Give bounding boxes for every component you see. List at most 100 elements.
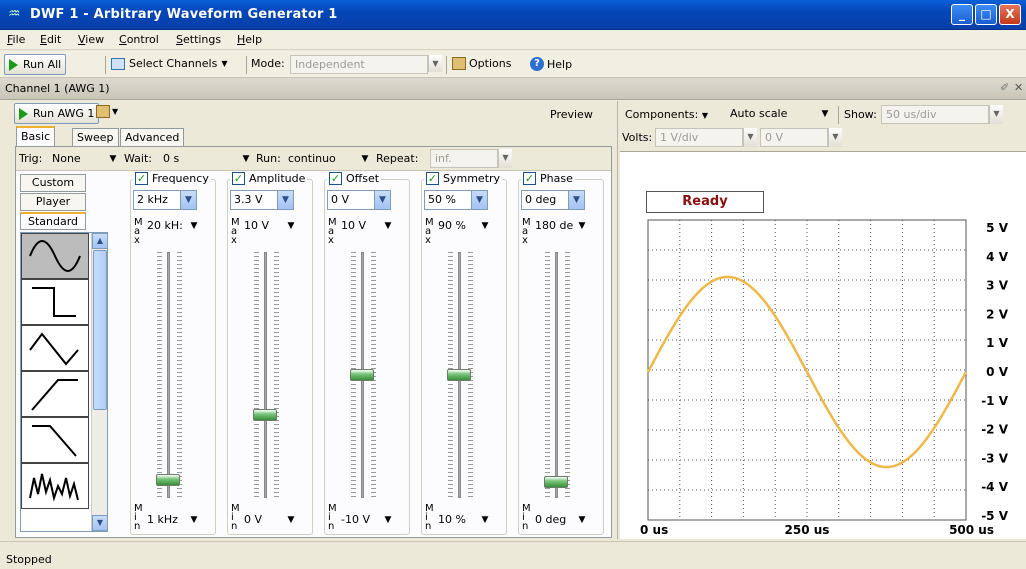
param-value-select[interactable]: 0 deg ▼ [521,190,585,210]
slider-thumb[interactable] [544,476,568,488]
param-max-value: 10 V [244,219,270,232]
waveform-list-scrollbar[interactable]: ▲ ▼ [91,233,107,531]
tab-basic[interactable]: Basic [16,126,56,146]
y-tick-label: -2 V [981,423,1009,437]
param-value-select[interactable]: 3.3 V ▼ [230,190,294,210]
tab-advanced[interactable]: Advanced [120,128,185,148]
menu-view[interactable]: View [78,33,104,46]
ramp-down-icon[interactable] [21,417,89,463]
help-button[interactable]: ? Help [530,57,572,71]
param-min-select[interactable]: -10 V ▼ [337,510,397,530]
wait-select[interactable]: 0 s ▼ [159,149,255,169]
run-label: Run: [256,152,281,165]
slider-thumb[interactable] [156,474,180,487]
select-channels-dropdown[interactable]: Select Channels ▼ [111,57,227,70]
channel-header: Channel 1 (AWG 1) ✐ ✕ [0,78,1026,100]
show-select[interactable]: 50 us/div ▼ [881,105,1003,124]
repeat-value: inf. [430,149,498,168]
param-value-select[interactable]: 0 V ▼ [327,190,391,210]
close-button[interactable]: X [999,4,1021,25]
slider-thumb[interactable] [350,369,374,381]
scroll-down-icon[interactable]: ▼ [92,515,107,531]
trig-select[interactable]: None ▼ [48,149,122,169]
slider-track [264,252,267,498]
max-label: M a x [231,217,240,246]
side-tab-standard[interactable]: Standard [20,212,86,230]
triangle-wave-icon[interactable] [21,325,89,371]
autoscale-select[interactable]: Auto scale ▼ [726,104,834,124]
toolbar-separator [446,56,447,74]
awg-options-dropdown[interactable]: ▼ [96,105,118,118]
volts-offset-select[interactable]: 0 V ▼ [760,128,842,147]
chevron-down-icon: ▼ [481,221,489,231]
volts-value: 1 V/div [655,128,743,147]
menu-control[interactable]: Control [119,33,159,46]
param-min-value: 1 kHz [147,513,178,526]
param-min-select[interactable]: 10 % ▼ [434,510,494,530]
param-enable-checkbox[interactable]: ✓ Symmetry [424,172,503,185]
sine-wave-icon[interactable] [21,233,89,279]
mode-value: Independent [290,55,428,74]
preview-panel: Components: ▼ Auto scale ▼ Show: 50 us/d… [617,101,1026,539]
repeat-select[interactable]: inf. ▼ [430,149,512,168]
param-value-select[interactable]: 2 kHz ▼ [133,190,197,210]
show-value: 50 us/div [881,105,989,124]
scroll-thumb[interactable] [93,250,107,410]
awg-settings-panel: Run AWG 1 ▼ Preview Basic Sweep Advanced… [10,101,614,539]
scroll-up-icon[interactable]: ▲ [92,233,107,249]
maximize-button[interactable]: □ [975,4,997,25]
pin-icon[interactable]: ✐ [1000,81,1009,94]
menu-help[interactable]: Help [237,33,262,46]
x-tick-label: 0 us [640,523,668,537]
param-max-select[interactable]: 20 kH: ▼ [143,216,203,236]
param-enable-checkbox[interactable]: ✓ Phase [521,172,575,185]
options-icon [96,105,110,118]
trig-value: None [52,152,81,165]
components-dropdown[interactable]: Components: ▼ [625,108,708,121]
ramp-up-icon[interactable] [21,371,89,417]
mode-select[interactable]: Independent ▼ [290,55,442,74]
param-max-select[interactable]: 90 % ▼ [434,216,494,236]
param-value: 3.3 V [234,193,263,206]
chevron-down-icon: ▼ [361,154,369,164]
param-max-select[interactable]: 180 de ▼ [531,216,591,236]
close-panel-icon[interactable]: ✕ [1014,81,1023,94]
volts-select[interactable]: 1 V/div ▼ [655,128,757,147]
param-name: Amplitude [249,172,306,185]
side-tab-custom[interactable]: Custom [20,174,86,192]
menu-file[interactable]: File [7,33,25,46]
square-wave-icon[interactable] [21,279,89,325]
param-min-select[interactable]: 0 deg ▼ [531,510,591,530]
chevron-down-icon: ▼ [578,221,586,231]
run-select[interactable]: continuo ▼ [284,149,374,169]
noise-wave-icon[interactable] [21,463,89,509]
toolbar-separator [246,56,247,74]
param-name: Phase [540,172,573,185]
tab-sweep[interactable]: Sweep [72,128,119,148]
run-all-button[interactable]: Run All [4,54,67,75]
run-awg-button[interactable]: Run AWG 1 [14,103,100,124]
slider-thumb[interactable] [447,369,471,381]
chevron-down-icon: ▼ [109,154,117,164]
minimize-button[interactable]: _ [951,4,973,25]
dwf-icon: ♒ [8,6,21,22]
param-enable-checkbox[interactable]: ✓ Amplitude [230,172,308,185]
param-max-value: 180 de [535,219,574,232]
ready-status: Ready [646,191,764,213]
chevron-down-icon: ▼ [578,515,586,525]
options-button[interactable]: Options [452,57,511,70]
slider-thumb[interactable] [253,408,277,421]
menu-edit[interactable]: Edit [40,33,61,46]
param-min-select[interactable]: 1 kHz ▼ [143,510,203,530]
options-icon [452,57,466,70]
volts-label: Volts: [622,131,653,144]
side-tab-player[interactable]: Player [20,193,86,211]
param-enable-checkbox[interactable]: ✓ Offset [327,172,382,185]
param-max-select[interactable]: 10 V ▼ [337,216,397,236]
param-min-select[interactable]: 0 V ▼ [240,510,300,530]
param-enable-checkbox[interactable]: ✓ Frequency [133,172,211,185]
param-value-select[interactable]: 50 % ▼ [424,190,488,210]
param-max-select[interactable]: 10 V ▼ [240,216,300,236]
max-label: M a x [328,217,337,246]
menu-settings[interactable]: Settings [176,33,221,46]
